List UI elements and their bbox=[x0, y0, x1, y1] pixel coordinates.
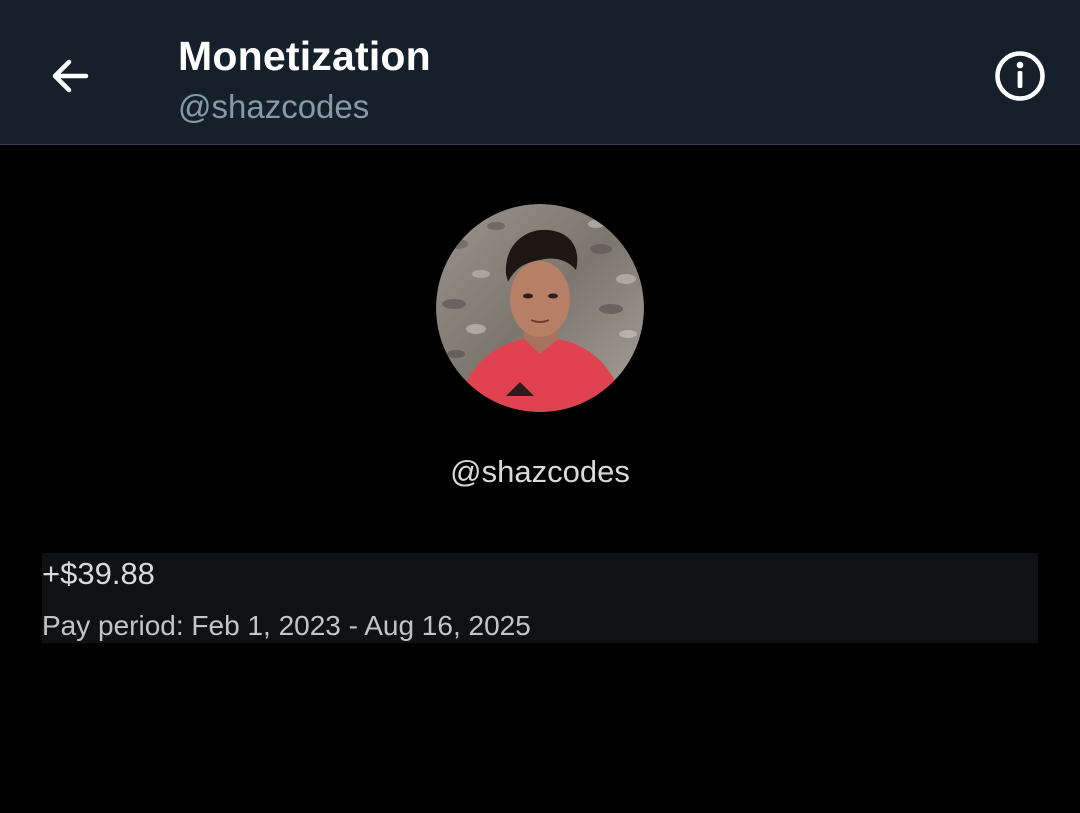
info-circle-icon bbox=[995, 51, 1045, 101]
arrow-left-icon bbox=[52, 59, 89, 93]
avatar-photo bbox=[436, 204, 644, 412]
profile-handle: @shazcodes bbox=[450, 454, 630, 489]
info-button[interactable] bbox=[990, 46, 1050, 106]
monetization-screen: Monetization @shazcodes @shazcodes +$39.… bbox=[0, 0, 1080, 813]
avatar[interactable] bbox=[436, 204, 644, 412]
page-title: Monetization bbox=[178, 33, 431, 79]
top-app-bar: Monetization @shazcodes bbox=[0, 0, 1080, 145]
pay-period: Pay period: Feb 1, 2023 - Aug 16, 2025 bbox=[42, 610, 531, 641]
back-button[interactable] bbox=[40, 46, 100, 106]
earnings-card[interactable]: +$39.88 Pay period: Feb 1, 2023 - Aug 16… bbox=[42, 553, 1038, 643]
page-subtitle-handle: @shazcodes bbox=[178, 88, 370, 125]
earnings-amount: +$39.88 bbox=[42, 556, 155, 591]
